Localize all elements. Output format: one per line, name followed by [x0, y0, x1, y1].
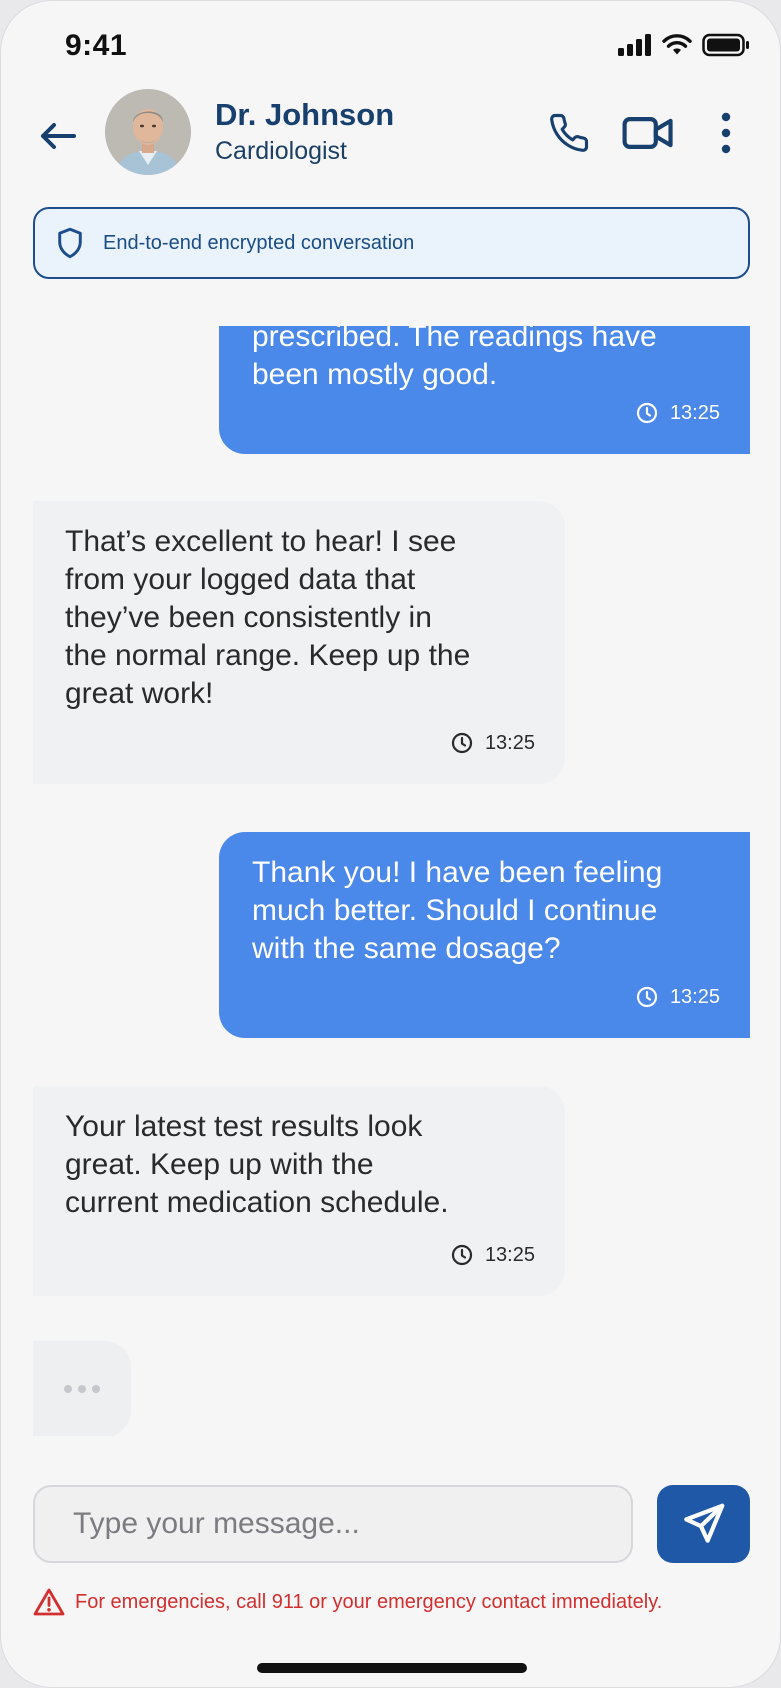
clock-icon — [451, 732, 473, 754]
message-outgoing: prescribed. The readings have been mostl… — [219, 326, 750, 454]
clock-icon — [636, 402, 658, 424]
message-meta: 13:25 — [636, 978, 720, 1016]
message-text: Your latest test results look great. Kee… — [65, 1110, 449, 1219]
message-input-container — [33, 1485, 633, 1563]
status-icons — [618, 33, 750, 57]
call-button[interactable] — [541, 105, 597, 161]
more-options-button[interactable] — [698, 105, 754, 161]
message-time: 13:25 — [484, 1244, 535, 1266]
typing-dot — [64, 1385, 72, 1393]
typing-dot — [78, 1385, 86, 1393]
clock-icon — [451, 1244, 473, 1266]
message-incoming: That’s excellent to hear! I see from you… — [33, 501, 565, 784]
message-outgoing: Thank you! I have been feeling much bett… — [219, 832, 750, 1038]
cellular-signal-icon — [618, 34, 651, 56]
chat-header: Dr. Johnson Cardiologist — [1, 85, 780, 205]
video-call-button[interactable] — [618, 105, 678, 161]
message-time: 13:25 — [669, 986, 720, 1008]
message-meta: 13:25 — [451, 1236, 535, 1274]
send-button[interactable] — [657, 1485, 750, 1563]
message-list[interactable]: prescribed. The readings have been mostl… — [1, 326, 780, 1436]
warning-triangle-icon — [33, 1588, 65, 1616]
doctor-avatar[interactable] — [105, 89, 191, 175]
message-incoming: Your latest test results look great. Kee… — [33, 1086, 565, 1296]
phone-icon — [550, 113, 589, 152]
doctor-portrait-image — [105, 89, 191, 175]
typing-dot — [92, 1385, 100, 1393]
shield-icon — [53, 226, 87, 260]
phone-screen: 9:41 Dr. Johnson Cardiologist End-to-end… — [0, 0, 781, 1688]
doctor-specialty: Cardiologist — [215, 137, 348, 165]
emergency-text: For emergencies, call 911 or your emerge… — [75, 1590, 663, 1613]
status-bar: 9:41 — [1, 1, 780, 93]
message-input[interactable] — [35, 1487, 631, 1561]
more-vertical-icon — [721, 112, 731, 154]
home-indicator[interactable] — [257, 1663, 527, 1673]
clock-icon — [636, 986, 658, 1008]
message-text: Thank you! I have been feeling much bett… — [252, 856, 663, 965]
encryption-text: End-to-end encrypted conversation — [103, 231, 415, 254]
message-text: prescribed. The readings have been mostl… — [252, 326, 657, 391]
battery-icon — [702, 33, 749, 57]
video-camera-icon — [622, 117, 673, 149]
message-meta: 13:25 — [451, 724, 535, 762]
typing-indicator — [33, 1341, 131, 1436]
wifi-icon — [662, 34, 692, 55]
message-meta: 13:25 — [636, 394, 720, 432]
status-time: 9:41 — [65, 29, 128, 62]
emergency-notice: For emergencies, call 911 or your emerge… — [33, 1587, 662, 1617]
message-time: 13:25 — [669, 402, 720, 424]
send-icon — [683, 1503, 724, 1543]
encryption-banner: End-to-end encrypted conversation — [33, 207, 750, 279]
arrow-left-icon — [41, 123, 76, 149]
message-time: 13:25 — [484, 732, 535, 754]
doctor-name: Dr. Johnson — [215, 97, 395, 132]
message-text: That’s excellent to hear! I see from you… — [65, 525, 471, 710]
back-button[interactable] — [33, 111, 83, 161]
